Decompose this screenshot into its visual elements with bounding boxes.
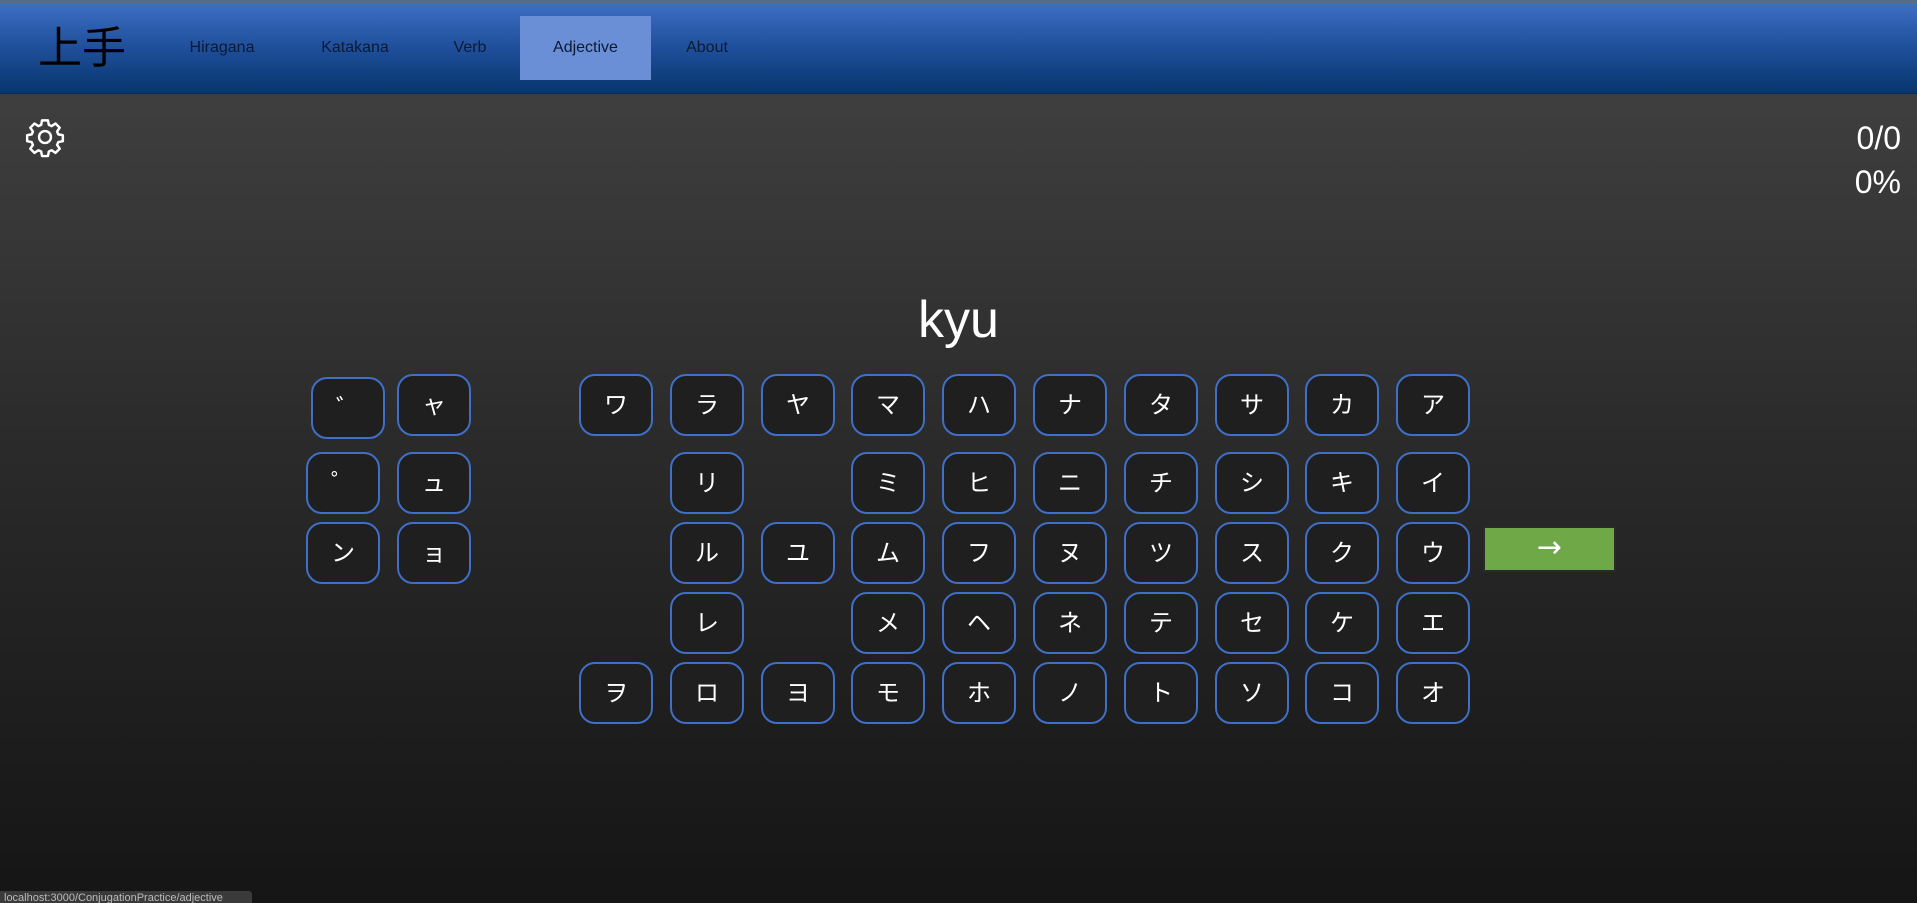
kana-key[interactable]: ネ (1033, 592, 1107, 654)
status-bar-url: localhost:3000/ConjugationPractice/adjec… (0, 891, 252, 903)
kana-key[interactable]: シ (1215, 452, 1289, 514)
kana-key[interactable]: ヘ (942, 592, 1016, 654)
kana-key[interactable]: ユ (761, 522, 835, 584)
score-display: 0/0 0% (1855, 116, 1901, 204)
kana-key[interactable]: ハ (942, 374, 1016, 436)
kana-key[interactable]: キ (1305, 452, 1379, 514)
kana-key[interactable]: モ (851, 662, 925, 724)
n-key[interactable]: ン (306, 522, 380, 584)
kana-key[interactable]: ス (1215, 522, 1289, 584)
kana-key[interactable]: ラ (670, 374, 744, 436)
kana-key[interactable]: メ (851, 592, 925, 654)
kana-key[interactable]: リ (670, 452, 744, 514)
score-percent: 0% (1854, 164, 1901, 200)
nav-item-adjective[interactable]: Adjective (520, 16, 651, 80)
kana-key[interactable]: サ (1215, 374, 1289, 436)
kana-key[interactable]: ア (1396, 374, 1470, 436)
kana-key[interactable]: ロ (670, 662, 744, 724)
small-ya-key[interactable]: ャ (397, 374, 471, 436)
score-count: 0/0 (1856, 120, 1901, 156)
brand-logo[interactable]: 上手 (38, 23, 126, 75)
kana-key[interactable]: ホ (942, 662, 1016, 724)
kana-key[interactable]: イ (1396, 452, 1470, 514)
kana-key[interactable]: ウ (1396, 522, 1470, 584)
kana-key[interactable]: ノ (1033, 662, 1107, 724)
kana-key[interactable]: テ (1124, 592, 1198, 654)
kana-key[interactable]: ヌ (1033, 522, 1107, 584)
kana-key[interactable]: ケ (1305, 592, 1379, 654)
kana-key[interactable]: ル (670, 522, 744, 584)
kana-key[interactable]: コ (1305, 662, 1379, 724)
kana-key[interactable]: ツ (1124, 522, 1198, 584)
small-yu-key[interactable]: ュ (397, 452, 471, 514)
kana-key[interactable]: エ (1396, 592, 1470, 654)
next-button[interactable]: → (1483, 526, 1616, 572)
kana-key[interactable]: マ (851, 374, 925, 436)
kana-key[interactable]: カ (1305, 374, 1379, 436)
nav-item-hiragana[interactable]: Hiragana (160, 16, 284, 80)
kana-key[interactable]: ク (1305, 522, 1379, 584)
kana-key[interactable]: フ (942, 522, 1016, 584)
kana-key[interactable]: ヲ (579, 662, 653, 724)
gear-icon[interactable] (24, 116, 66, 158)
kana-key[interactable]: オ (1396, 662, 1470, 724)
nav-item-about[interactable]: About (657, 16, 757, 80)
kana-key[interactable]: タ (1124, 374, 1198, 436)
kana-key[interactable]: ニ (1033, 452, 1107, 514)
kana-key[interactable]: ト (1124, 662, 1198, 724)
romaji-prompt: kyu (918, 291, 999, 349)
kana-key[interactable]: ヒ (942, 452, 1016, 514)
small-yo-key[interactable]: ョ (397, 522, 471, 584)
navbar: 上手 Hiragana Katakana Verb Adjective Abou… (0, 3, 1917, 94)
dakuten-key[interactable]: ゛ (311, 377, 385, 439)
kana-key[interactable]: ム (851, 522, 925, 584)
kana-key[interactable]: ナ (1033, 374, 1107, 436)
kana-key[interactable]: ヤ (761, 374, 835, 436)
kana-key[interactable]: レ (670, 592, 744, 654)
kana-key[interactable]: ワ (579, 374, 653, 436)
kana-key[interactable]: チ (1124, 452, 1198, 514)
kana-key[interactable]: ミ (851, 452, 925, 514)
kana-key[interactable]: セ (1215, 592, 1289, 654)
kana-key[interactable]: ヨ (761, 662, 835, 724)
handakuten-key[interactable]: ゜ (306, 452, 380, 514)
nav-item-katakana[interactable]: Katakana (290, 16, 420, 80)
nav-item-verb[interactable]: Verb (425, 16, 515, 80)
kana-key[interactable]: ソ (1215, 662, 1289, 724)
